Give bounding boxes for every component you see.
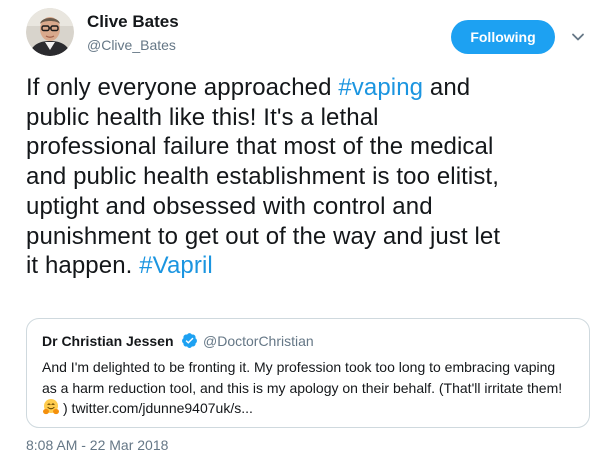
quoted-tweet-line: And I'm delighted to be fronting it. My …: [42, 359, 556, 375]
tweet-text-segment: and: [423, 74, 471, 101]
quoted-tweet[interactable]: Dr Christian Jessen @DoctorChristian And…: [26, 318, 590, 428]
tweet-card: Clive Bates @Clive_Bates Following If on…: [0, 0, 602, 461]
quoted-author-handle: @DoctorChristian: [203, 333, 314, 349]
author-handle[interactable]: @Clive_Bates: [87, 37, 176, 53]
hugging-face-icon: [42, 398, 60, 416]
tweet-line: it happen. #Vapril: [26, 251, 590, 281]
tweet-line: uptight and obsessed with control and: [26, 192, 433, 220]
tweet-text-segment: If only everyone approached: [26, 74, 339, 101]
quoted-tweet-line: as a harm reduction tool, and this is my…: [42, 379, 563, 396]
tweet-line: punishment to get out of the way and jus…: [26, 222, 501, 250]
quoted-author-name: Dr Christian Jessen: [42, 333, 174, 349]
quoted-tweet-line: ) twitter.com/jdunne9407uk/s...: [42, 398, 582, 419]
tweet-timestamp[interactable]: 8:08 AM - 22 Mar 2018: [26, 437, 168, 453]
chevron-down-icon[interactable]: [571, 30, 585, 44]
quoted-tweet-text: And I'm delighted to be fronting it. My …: [42, 357, 582, 419]
tweet-line: public health like this! It's a lethal: [26, 103, 379, 131]
quoted-tweet-line-text: ) twitter.com/jdunne9407uk/s...: [63, 400, 253, 416]
tweet-line: professional failure that most of the me…: [26, 133, 494, 161]
following-button[interactable]: Following: [451, 20, 555, 54]
verified-badge-icon: [181, 332, 198, 349]
avatar[interactable]: [26, 8, 74, 56]
tweet-line: and public health establishment is too e…: [26, 163, 499, 191]
tweet-text: If only everyone approached #vaping and …: [26, 73, 590, 281]
hashtag-vapril-link[interactable]: #Vapril: [139, 252, 213, 279]
tweet-line: If only everyone approached #vaping and: [26, 73, 590, 103]
tweet-text-segment: it happen.: [26, 252, 140, 280]
hashtag-vaping-link[interactable]: #vaping: [338, 74, 423, 101]
author-name[interactable]: Clive Bates: [87, 12, 179, 32]
